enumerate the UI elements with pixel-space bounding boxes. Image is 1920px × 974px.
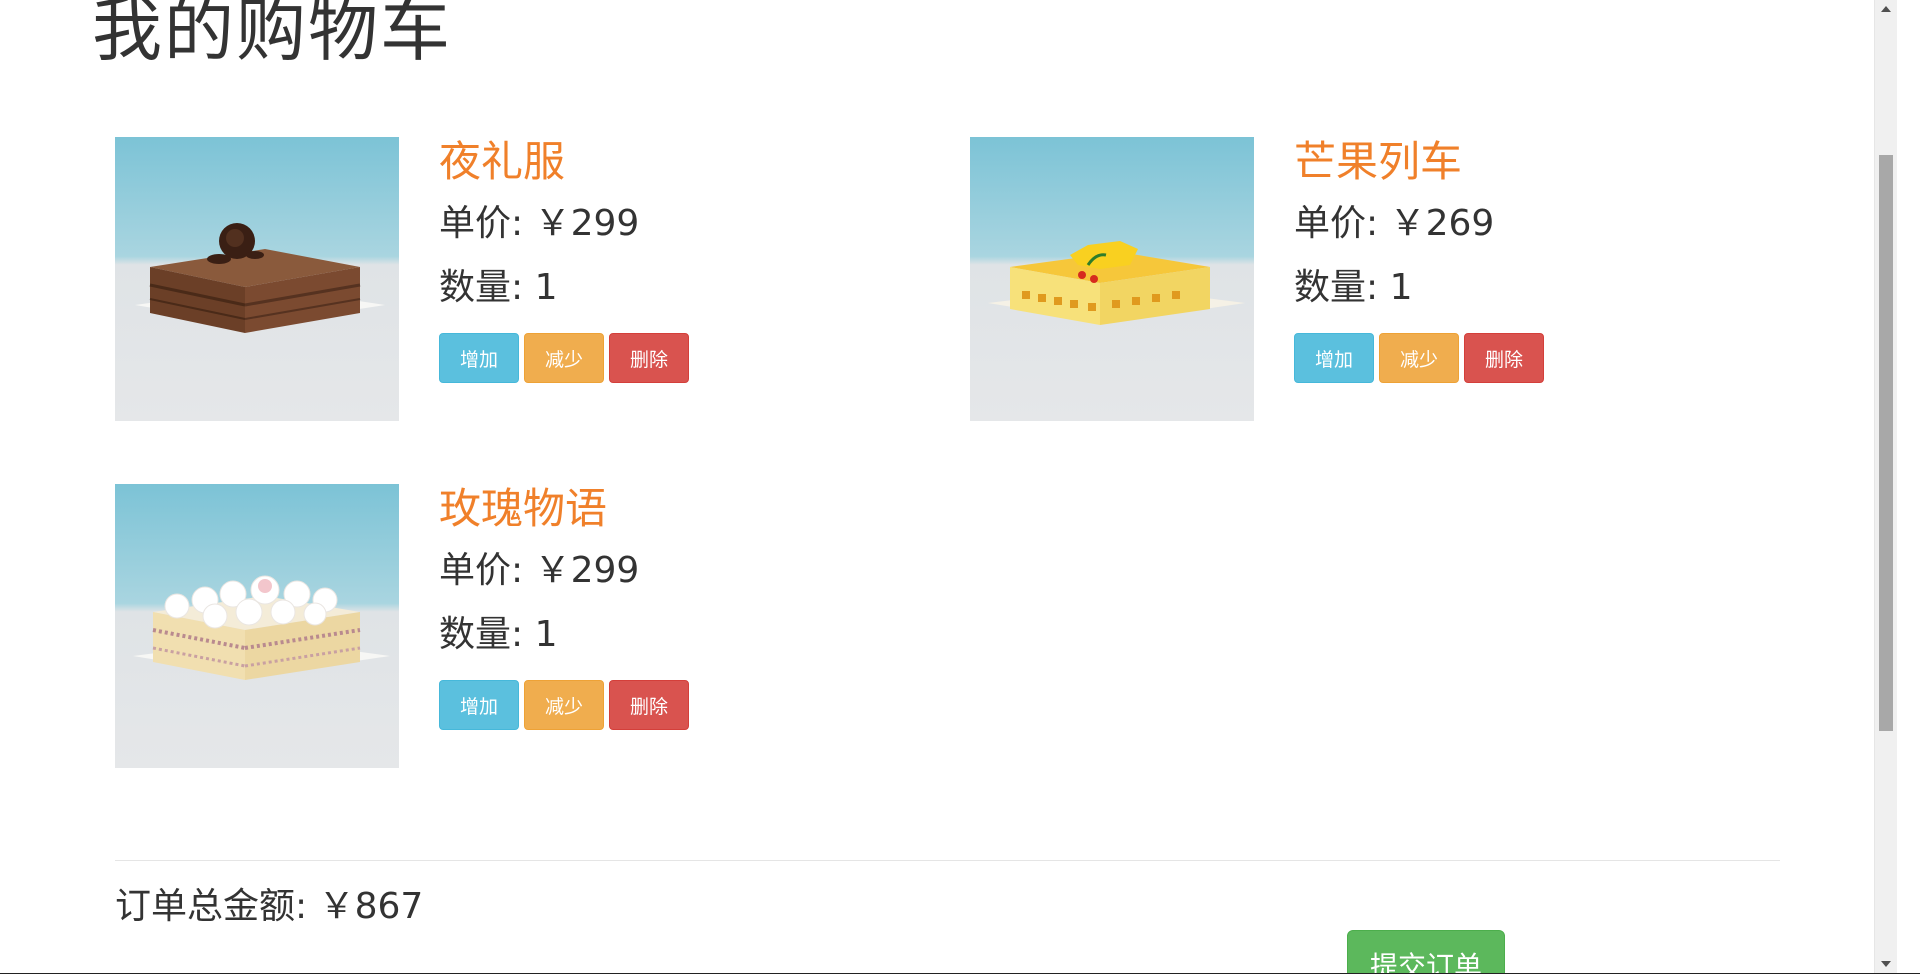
scrollbar-thumb[interactable] bbox=[1879, 155, 1893, 731]
scroll-up-arrow-icon[interactable] bbox=[1881, 6, 1891, 12]
item-quantity: 数量: 1 bbox=[1294, 267, 1413, 308]
item-actions: 增加 减少 删除 bbox=[1294, 333, 1544, 383]
decrease-button[interactable]: 减少 bbox=[524, 333, 604, 383]
page-title: 我的购物车 bbox=[92, 0, 452, 71]
item-info: 芒果列车 单价: ￥269 数量: 1 增加 减少 删除 bbox=[1294, 137, 1544, 383]
delete-button[interactable]: 删除 bbox=[1464, 333, 1544, 383]
item-quantity: 数量: 1 bbox=[439, 267, 558, 308]
item-name[interactable]: 玫瑰物语 bbox=[439, 484, 689, 534]
increase-button[interactable]: 增加 bbox=[439, 333, 519, 383]
order-total: 订单总金额: ￥867 bbox=[115, 886, 424, 927]
item-price: 单价: ￥299 bbox=[439, 203, 640, 244]
increase-button[interactable]: 增加 bbox=[1294, 333, 1374, 383]
cart-item: 玫瑰物语 单价: ￥299 数量: 1 增加 减少 删除 bbox=[115, 484, 915, 768]
item-name[interactable]: 夜礼服 bbox=[439, 137, 689, 187]
item-actions: 增加 减少 删除 bbox=[439, 333, 689, 383]
vertical-scrollbar[interactable] bbox=[1874, 0, 1897, 973]
item-quantity: 数量: 1 bbox=[439, 614, 558, 655]
decrease-button[interactable]: 减少 bbox=[1379, 333, 1459, 383]
cart-page: 我的购物车 夜礼服 单价: ￥299 数量: 1 增加 减少 删除 芒果列车 单… bbox=[0, 0, 1897, 973]
scroll-down-arrow-icon[interactable] bbox=[1881, 961, 1891, 967]
item-price: 单价: ￥299 bbox=[439, 550, 640, 591]
item-info: 玫瑰物语 单价: ￥299 数量: 1 增加 减少 删除 bbox=[439, 484, 689, 730]
item-price: 单价: ￥269 bbox=[1294, 203, 1495, 244]
rose-cream-cake-image bbox=[115, 484, 399, 768]
chocolate-cake-image bbox=[115, 137, 399, 421]
item-info: 夜礼服 单价: ￥299 数量: 1 增加 减少 删除 bbox=[439, 137, 689, 383]
item-name[interactable]: 芒果列车 bbox=[1294, 137, 1544, 187]
decrease-button[interactable]: 减少 bbox=[524, 680, 604, 730]
delete-button[interactable]: 删除 bbox=[609, 680, 689, 730]
cart-item: 芒果列车 单价: ￥269 数量: 1 增加 减少 删除 bbox=[970, 137, 1770, 421]
delete-button[interactable]: 删除 bbox=[609, 333, 689, 383]
mango-cake-image bbox=[970, 137, 1254, 421]
cart-item: 夜礼服 单价: ￥299 数量: 1 增加 减少 删除 bbox=[115, 137, 915, 421]
item-actions: 增加 减少 删除 bbox=[439, 680, 689, 730]
submit-order-button[interactable]: 提交订单 bbox=[1347, 930, 1505, 973]
summary-divider bbox=[115, 860, 1780, 861]
increase-button[interactable]: 增加 bbox=[439, 680, 519, 730]
